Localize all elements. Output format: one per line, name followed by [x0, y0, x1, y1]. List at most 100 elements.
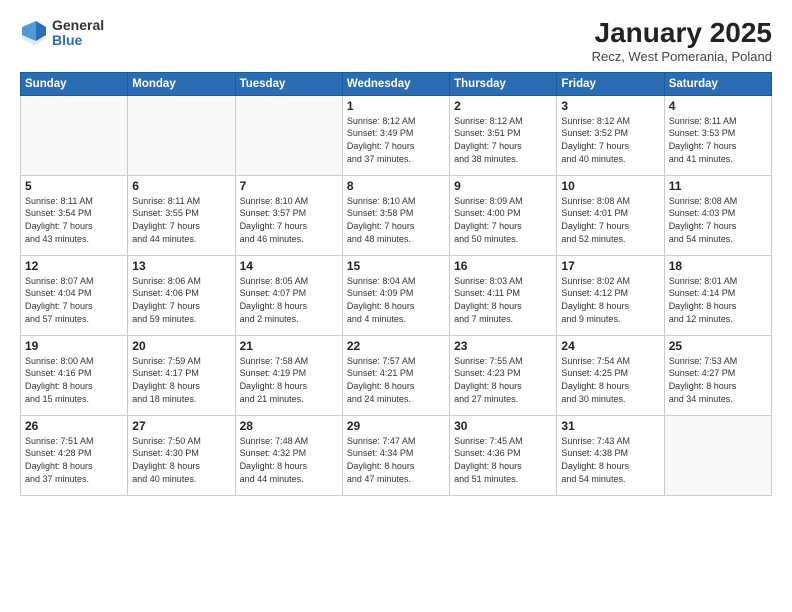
day-number: 4 [669, 99, 767, 113]
day-info: Sunrise: 8:10 AM Sunset: 3:58 PM Dayligh… [347, 195, 445, 245]
week-row-4: 26 Sunrise: 7:51 AM Sunset: 4:28 PM Dayli… [21, 415, 772, 495]
day-info: Sunrise: 7:51 AM Sunset: 4:28 PM Dayligh… [25, 435, 123, 485]
logo-general-text: General [52, 18, 104, 33]
day-cell [664, 415, 771, 495]
day-number: 6 [132, 179, 230, 193]
day-cell: 10 Sunrise: 8:08 AM Sunset: 4:01 PM Dayli… [557, 175, 664, 255]
day-cell: 20Sunrise: 7:59 AM Sunset: 4:17 PM Dayli… [128, 335, 235, 415]
day-number: 12 [25, 259, 123, 273]
day-cell: 22 Sunrise: 7:57 AM Sunset: 4:21 PM Dayli… [342, 335, 449, 415]
day-info: Sunrise: 8:09 AM Sunset: 4:00 PM Dayligh… [454, 195, 552, 245]
day-cell: 2 Sunrise: 8:12 AM Sunset: 3:51 PM Daylig… [450, 95, 557, 175]
day-cell: 21 Sunrise: 7:58 AM Sunset: 4:19 PM Dayli… [235, 335, 342, 415]
day-number: 9 [454, 179, 552, 193]
day-number: 7 [240, 179, 338, 193]
day-number: 5 [25, 179, 123, 193]
col-thursday: Thursday [450, 72, 557, 95]
day-cell: 12 Sunrise: 8:07 AM Sunset: 4:04 PM Dayli… [21, 255, 128, 335]
day-info: Sunrise: 8:11 AM Sunset: 3:55 PM Dayligh… [132, 195, 230, 245]
day-info: Sunrise: 8:12 AM Sunset: 3:49 PM Dayligh… [347, 115, 445, 165]
day-info: Sunrise: 8:08 AM Sunset: 4:01 PM Dayligh… [561, 195, 659, 245]
day-cell: 24 Sunrise: 7:54 AM Sunset: 4:25 PM Dayli… [557, 335, 664, 415]
day-number: 11 [669, 179, 767, 193]
day-number: 26 [25, 419, 123, 433]
col-wednesday: Wednesday [342, 72, 449, 95]
day-info: Sunrise: 8:10 AM Sunset: 3:57 PM Dayligh… [240, 195, 338, 245]
day-cell: 15 Sunrise: 8:04 AM Sunset: 4:09 PM Dayli… [342, 255, 449, 335]
day-cell: 11 Sunrise: 8:08 AM Sunset: 4:03 PM Dayli… [664, 175, 771, 255]
header: General Blue January 2025 Recz, West Pom… [20, 18, 772, 64]
day-info: Sunrise: 8:08 AM Sunset: 4:03 PM Dayligh… [669, 195, 767, 245]
logo: General Blue [20, 18, 104, 49]
day-number: 23 [454, 339, 552, 353]
col-friday: Friday [557, 72, 664, 95]
day-info: Sunrise: 7:58 AM Sunset: 4:19 PM Dayligh… [240, 355, 338, 405]
day-cell [128, 95, 235, 175]
day-info: Sunrise: 7:54 AM Sunset: 4:25 PM Dayligh… [561, 355, 659, 405]
day-cell: 27Sunrise: 7:50 AM Sunset: 4:30 PM Dayli… [128, 415, 235, 495]
week-row-2: 12 Sunrise: 8:07 AM Sunset: 4:04 PM Dayli… [21, 255, 772, 335]
day-cell: 1 Sunrise: 8:12 AM Sunset: 3:49 PM Daylig… [342, 95, 449, 175]
day-cell: 6 Sunrise: 8:11 AM Sunset: 3:55 PM Daylig… [128, 175, 235, 255]
day-cell: 14Sunrise: 8:05 AM Sunset: 4:07 PM Dayli… [235, 255, 342, 335]
day-cell: 19Sunrise: 8:00 AM Sunset: 4:16 PM Dayli… [21, 335, 128, 415]
week-row-3: 19Sunrise: 8:00 AM Sunset: 4:16 PM Dayli… [21, 335, 772, 415]
day-number: 14 [240, 259, 338, 273]
logo-blue-text: Blue [52, 33, 104, 48]
day-info: Sunrise: 7:43 AM Sunset: 4:38 PM Dayligh… [561, 435, 659, 485]
day-number: 13 [132, 259, 230, 273]
day-cell: 16 Sunrise: 8:03 AM Sunset: 4:11 PM Dayli… [450, 255, 557, 335]
day-number: 2 [454, 99, 552, 113]
day-info: Sunrise: 8:01 AM Sunset: 4:14 PM Dayligh… [669, 275, 767, 325]
day-number: 21 [240, 339, 338, 353]
day-cell: 30Sunrise: 7:45 AM Sunset: 4:36 PM Dayli… [450, 415, 557, 495]
day-number: 19 [25, 339, 123, 353]
day-cell: 8 Sunrise: 8:10 AM Sunset: 3:58 PM Daylig… [342, 175, 449, 255]
header-row: Sunday Monday Tuesday Wednesday Thursday… [21, 72, 772, 95]
location: Recz, West Pomerania, Poland [592, 49, 772, 64]
day-number: 10 [561, 179, 659, 193]
day-number: 22 [347, 339, 445, 353]
day-number: 3 [561, 99, 659, 113]
col-monday: Monday [128, 72, 235, 95]
day-cell: 7 Sunrise: 8:10 AM Sunset: 3:57 PM Daylig… [235, 175, 342, 255]
col-saturday: Saturday [664, 72, 771, 95]
title-block: January 2025 Recz, West Pomerania, Polan… [592, 18, 772, 64]
day-info: Sunrise: 7:55 AM Sunset: 4:23 PM Dayligh… [454, 355, 552, 405]
day-info: Sunrise: 8:02 AM Sunset: 4:12 PM Dayligh… [561, 275, 659, 325]
day-number: 15 [347, 259, 445, 273]
day-info: Sunrise: 8:11 AM Sunset: 3:53 PM Dayligh… [669, 115, 767, 165]
logo-icon [20, 19, 48, 47]
day-cell: 29Sunrise: 7:47 AM Sunset: 4:34 PM Dayli… [342, 415, 449, 495]
page: General Blue January 2025 Recz, West Pom… [0, 0, 792, 612]
calendar-table: Sunday Monday Tuesday Wednesday Thursday… [20, 72, 772, 496]
day-number: 28 [240, 419, 338, 433]
logo-text: General Blue [52, 18, 104, 49]
day-info: Sunrise: 8:11 AM Sunset: 3:54 PM Dayligh… [25, 195, 123, 245]
day-cell: 26 Sunrise: 7:51 AM Sunset: 4:28 PM Dayli… [21, 415, 128, 495]
day-info: Sunrise: 8:07 AM Sunset: 4:04 PM Dayligh… [25, 275, 123, 325]
week-row-1: 5 Sunrise: 8:11 AM Sunset: 3:54 PM Daylig… [21, 175, 772, 255]
day-info: Sunrise: 8:04 AM Sunset: 4:09 PM Dayligh… [347, 275, 445, 325]
day-info: Sunrise: 7:48 AM Sunset: 4:32 PM Dayligh… [240, 435, 338, 485]
day-cell: 23 Sunrise: 7:55 AM Sunset: 4:23 PM Dayli… [450, 335, 557, 415]
day-cell: 5 Sunrise: 8:11 AM Sunset: 3:54 PM Daylig… [21, 175, 128, 255]
day-cell: 25Sunrise: 7:53 AM Sunset: 4:27 PM Dayli… [664, 335, 771, 415]
day-number: 8 [347, 179, 445, 193]
week-row-0: 1 Sunrise: 8:12 AM Sunset: 3:49 PM Daylig… [21, 95, 772, 175]
day-info: Sunrise: 8:12 AM Sunset: 3:51 PM Dayligh… [454, 115, 552, 165]
day-cell: 31Sunrise: 7:43 AM Sunset: 4:38 PM Dayli… [557, 415, 664, 495]
day-info: Sunrise: 8:03 AM Sunset: 4:11 PM Dayligh… [454, 275, 552, 325]
day-number: 25 [669, 339, 767, 353]
day-info: Sunrise: 7:57 AM Sunset: 4:21 PM Dayligh… [347, 355, 445, 405]
day-cell: 9 Sunrise: 8:09 AM Sunset: 4:00 PM Daylig… [450, 175, 557, 255]
day-number: 30 [454, 419, 552, 433]
day-cell [21, 95, 128, 175]
day-info: Sunrise: 8:06 AM Sunset: 4:06 PM Dayligh… [132, 275, 230, 325]
month-title: January 2025 [592, 18, 772, 49]
day-cell: 13 Sunrise: 8:06 AM Sunset: 4:06 PM Dayli… [128, 255, 235, 335]
day-number: 16 [454, 259, 552, 273]
day-number: 1 [347, 99, 445, 113]
day-info: Sunrise: 8:12 AM Sunset: 3:52 PM Dayligh… [561, 115, 659, 165]
day-number: 24 [561, 339, 659, 353]
